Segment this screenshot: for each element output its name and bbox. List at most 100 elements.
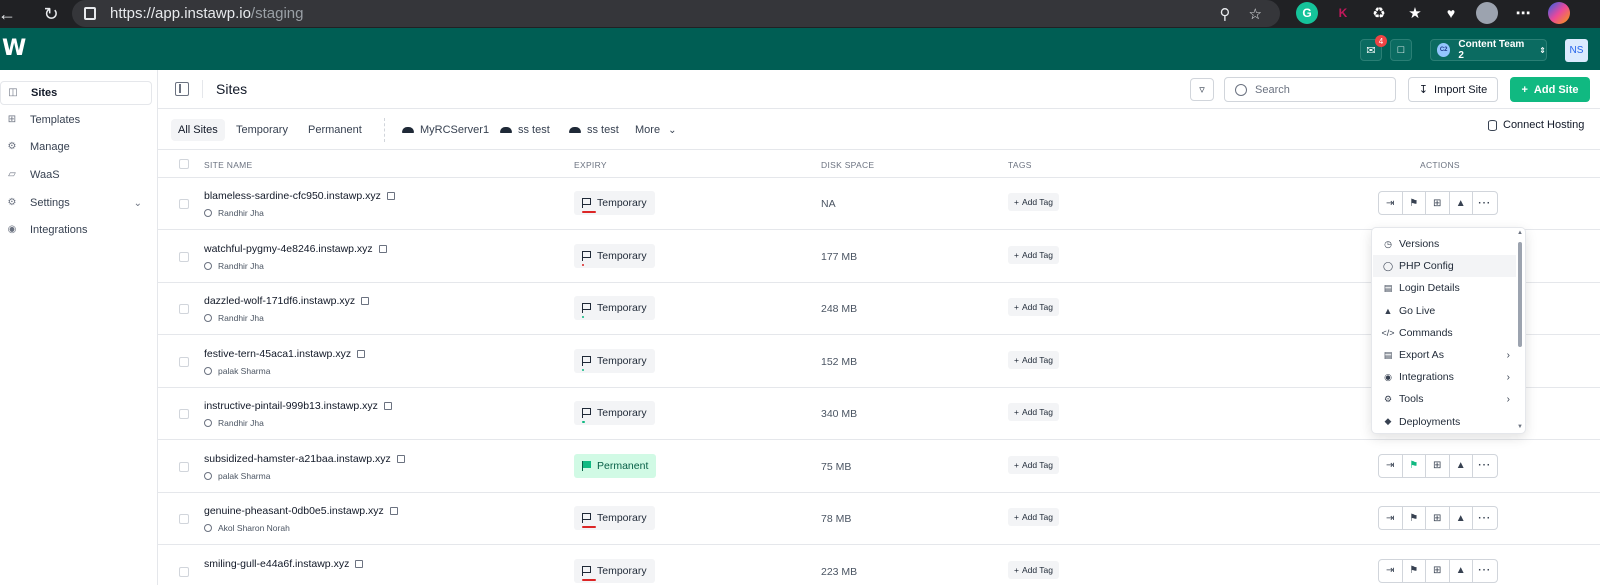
bookmark-star-icon[interactable]: ☆ xyxy=(1249,5,1262,23)
menu-scrollbar[interactable]: ▲ ▼ xyxy=(1517,230,1523,430)
announcements-button[interactable]: ✉ 4 xyxy=(1360,35,1387,61)
extensions-puzzle-icon[interactable]: ♻ xyxy=(1368,2,1390,24)
rocket-icon[interactable]: ▲ xyxy=(1450,507,1473,529)
row-checkbox[interactable] xyxy=(179,251,189,262)
apps-grid-icon[interactable]: ⊞ xyxy=(1426,507,1450,529)
expiry-badge[interactable]: Permanent xyxy=(574,453,657,478)
user-avatar[interactable]: NS xyxy=(1565,39,1588,62)
add-tag-button[interactable]: + Add Tag xyxy=(1008,455,1060,474)
site-name-link[interactable]: blameless-sardine-cfc950.instawp.xyz xyxy=(204,190,395,202)
menu-item-integrations[interactable]: ◉ Integrations › xyxy=(1373,366,1516,388)
row-checkbox[interactable] xyxy=(179,304,189,314)
site-name[interactable]: smiling-gull-e44a6f.instawp.xyz xyxy=(204,558,349,570)
menu-item-go-live[interactable]: ▲ Go Live xyxy=(1373,300,1516,322)
external-link-icon[interactable] xyxy=(357,349,366,358)
site-name-link[interactable]: genuine-pheasant-0db0e5.instawp.xyz xyxy=(204,505,398,517)
back-icon[interactable]: ← xyxy=(0,4,22,25)
external-link-icon[interactable] xyxy=(396,454,405,463)
site-name-link[interactable]: subsidized-hamster-a21baa.instawp.xyz xyxy=(204,453,405,465)
site-name-link[interactable]: smiling-gull-e44a6f.instawp.xyz xyxy=(204,558,364,570)
filter-button[interactable]: ▿ xyxy=(1190,78,1214,101)
team-switcher[interactable]: C2 Content Team 2 ⇕ xyxy=(1430,39,1547,61)
site-name[interactable]: subsidized-hamster-a21baa.instawp.xyz xyxy=(204,453,391,465)
row-checkbox[interactable] xyxy=(179,566,189,577)
apps-grid-icon[interactable]: ⊞ xyxy=(1426,559,1450,582)
add-tag-button[interactable]: + Add Tag xyxy=(1008,298,1060,316)
site-name[interactable]: watchful-pygmy-4e8246.instawp.xyz xyxy=(204,243,373,255)
column-header-site-name[interactable]: SITE NAME xyxy=(204,160,253,170)
apps-grid-icon[interactable]: ⊞ xyxy=(1426,192,1450,214)
expiry-badge[interactable]: Temporary xyxy=(574,506,655,530)
menu-item-tools[interactable]: ⚙ Tools › xyxy=(1373,388,1516,410)
site-name[interactable]: instructive-pintail-999b13.instawp.xyz xyxy=(204,400,378,412)
sidebar-collapse-icon[interactable] xyxy=(175,82,189,96)
add-tag-button[interactable]: + Add Tag xyxy=(1008,560,1060,579)
menu-item-commands[interactable]: </> Commands xyxy=(1373,322,1516,344)
select-all-checkbox[interactable] xyxy=(179,159,189,169)
more-options-icon[interactable]: ··· xyxy=(1473,507,1497,529)
site-name[interactable]: blameless-sardine-cfc950.instawp.xyz xyxy=(204,190,381,202)
search-input[interactable] xyxy=(1255,83,1385,96)
login-icon[interactable]: ⇥ xyxy=(1379,454,1403,477)
more-options-icon[interactable]: ··· xyxy=(1473,192,1497,214)
reload-icon[interactable]: ↻ xyxy=(36,4,66,25)
login-icon[interactable]: ⇥ xyxy=(1379,559,1403,582)
row-checkbox[interactable] xyxy=(179,461,189,472)
site-name[interactable]: genuine-pheasant-0db0e5.instawp.xyz xyxy=(204,505,384,517)
menu-item-export-as[interactable]: ▤ Export As › xyxy=(1373,344,1516,366)
profile-avatar-icon[interactable] xyxy=(1476,2,1498,24)
external-link-icon[interactable] xyxy=(389,507,398,515)
site-name[interactable]: dazzled-wolf-171df6.instawp.xyz xyxy=(204,295,355,307)
tab-server-myrcserver1[interactable]: MyRCServer1 xyxy=(395,119,496,141)
expiry-badge[interactable]: Temporary xyxy=(574,296,655,320)
tab-server-ss-test-2[interactable]: ss test xyxy=(562,119,626,141)
sidebar-item-templates[interactable]: ⊞ Templates xyxy=(0,108,152,132)
connect-hosting-button[interactable]: Connect Hosting xyxy=(1488,119,1584,131)
expiry-badge[interactable]: Temporary xyxy=(574,191,655,215)
expiry-badge[interactable]: Temporary xyxy=(574,401,655,425)
add-tag-button[interactable]: + Add Tag xyxy=(1008,193,1060,211)
flag-icon[interactable]: ⚑ xyxy=(1403,454,1426,477)
login-icon[interactable]: ⇥ xyxy=(1379,507,1403,529)
row-checkbox[interactable] xyxy=(179,514,189,524)
search-box[interactable] xyxy=(1224,77,1396,102)
site-name[interactable]: festive-tern-45aca1.instawp.xyz xyxy=(204,348,351,360)
external-link-icon[interactable] xyxy=(361,297,370,305)
k-extension-icon[interactable]: K xyxy=(1332,2,1354,24)
column-header-disk-space[interactable]: DISK SPACE xyxy=(821,160,874,170)
row-checkbox[interactable] xyxy=(179,409,189,419)
zoom-icon[interactable]: ⚲ xyxy=(1220,5,1231,23)
support-button[interactable]: □ xyxy=(1390,39,1412,61)
site-info-icon[interactable] xyxy=(84,7,96,20)
add-tag-button[interactable]: + Add Tag xyxy=(1008,245,1060,264)
external-link-icon[interactable] xyxy=(355,559,364,568)
expiry-badge[interactable]: Temporary xyxy=(574,243,655,268)
flag-icon[interactable]: ⚑ xyxy=(1403,507,1426,529)
sidebar-item-manage[interactable]: ⚙ Manage xyxy=(0,135,152,159)
menu-item-versions[interactable]: ◷ Versions xyxy=(1373,233,1516,255)
more-options-icon[interactable]: ··· xyxy=(1473,560,1497,582)
row-checkbox[interactable] xyxy=(179,199,189,209)
tab-temporary[interactable]: Temporary xyxy=(229,119,295,141)
tab-all-sites[interactable]: All Sites xyxy=(171,119,225,141)
add-tag-button[interactable]: + Add Tag xyxy=(1008,403,1060,421)
menu-item-php-config[interactable]: ◯ PHP Config xyxy=(1373,255,1516,278)
tab-server-ss-test[interactable]: ss test xyxy=(493,119,557,141)
browser-menu-icon[interactable]: ⋯ xyxy=(1512,2,1534,24)
site-name-link[interactable]: festive-tern-45aca1.instawp.xyz xyxy=(204,348,366,360)
rocket-icon[interactable]: ▲ xyxy=(1450,192,1473,214)
instawp-logo[interactable]: W xyxy=(2,36,26,61)
add-site-button[interactable]: + Add Site xyxy=(1510,77,1590,102)
scrollbar-thumb[interactable] xyxy=(1518,242,1522,347)
site-name-link[interactable]: dazzled-wolf-171df6.instawp.xyz xyxy=(204,295,370,307)
import-site-button[interactable]: ↧ Import Site xyxy=(1408,77,1498,102)
sidebar-item-integrations[interactable]: ◉ Integrations xyxy=(0,218,152,242)
expiry-badge[interactable]: Temporary xyxy=(574,348,655,373)
site-name-link[interactable]: watchful-pygmy-4e8246.instawp.xyz xyxy=(204,243,387,255)
copilot-icon[interactable] xyxy=(1548,2,1570,24)
site-name-link[interactable]: instructive-pintail-999b13.instawp.xyz xyxy=(204,400,392,412)
more-options-icon[interactable]: ··· xyxy=(1473,455,1497,477)
scroll-up-arrow-icon[interactable]: ▲ xyxy=(1517,230,1523,236)
flag-icon[interactable]: ⚑ xyxy=(1403,559,1426,582)
browser-essentials-icon[interactable]: ♥ xyxy=(1440,2,1462,24)
